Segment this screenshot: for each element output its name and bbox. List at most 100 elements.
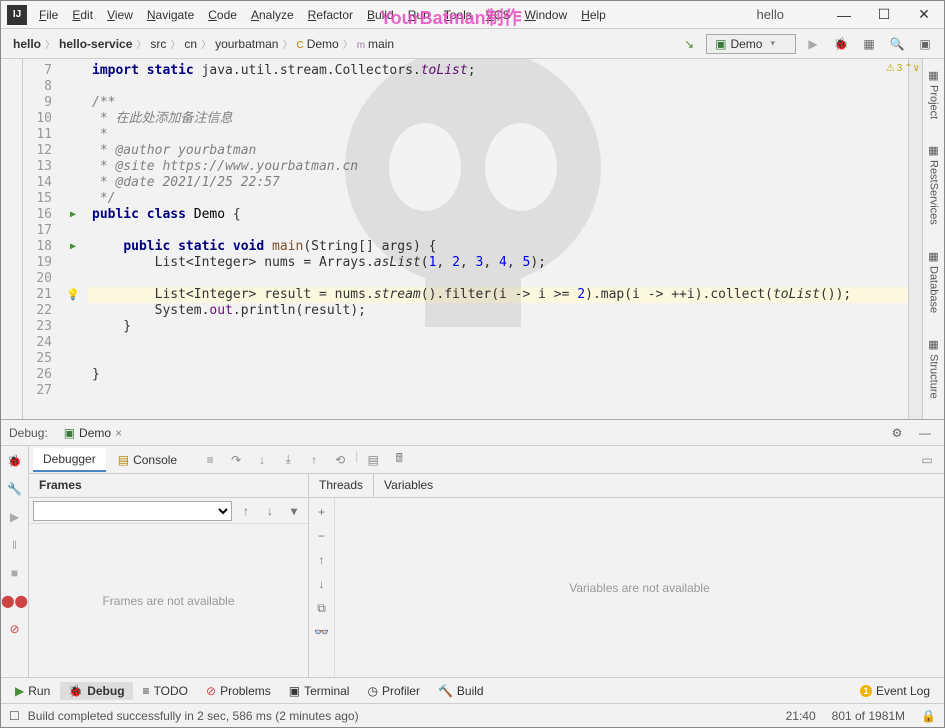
step-out-icon[interactable]: ↑ (303, 449, 325, 471)
code-line-26[interactable]: } (88, 367, 908, 383)
inspection-indicator[interactable]: ⚠3 ⌃∨ (886, 63, 920, 74)
variables-tab[interactable]: Variables (374, 474, 944, 497)
show-watches-icon[interactable]: 👓 (312, 622, 332, 642)
side-tab-database[interactable]: ▦Database (927, 250, 940, 313)
run-gutter-icon[interactable]: ▶ (70, 207, 76, 223)
modify-run-icon[interactable]: 🔧 (4, 478, 26, 500)
prev-frame-icon[interactable]: ↑ (236, 501, 256, 521)
drop-frame-icon[interactable]: ⟲ (329, 449, 351, 471)
menu-tools[interactable]: Tools (438, 4, 478, 26)
menu-build[interactable]: Build (361, 4, 400, 26)
breadcrumb-demo[interactable]: CDemo (292, 35, 342, 53)
debug-icon[interactable]: 🐞 (830, 33, 852, 55)
code-line-19[interactable]: List<Integer> nums = Arrays.asList(1, 2,… (88, 255, 908, 271)
code-line-25[interactable] (88, 351, 908, 367)
move-down-icon[interactable]: ↓ (312, 574, 332, 594)
run-to-cursor-icon[interactable]: ▤ (362, 449, 384, 471)
search-icon[interactable]: 🔍 (886, 33, 908, 55)
frames-tab[interactable]: Frames (29, 474, 309, 497)
step-over-icon[interactable]: ↷ (225, 449, 247, 471)
todo-tool-tab[interactable]: ≡TODO (135, 682, 196, 700)
filter-frames-icon[interactable]: ▾ (284, 501, 304, 521)
new-watch-icon[interactable]: + (312, 502, 332, 522)
menu-vcs[interactable]: VCS (480, 4, 517, 26)
code-line-14[interactable]: * @date 2021/1/25 22:57 (88, 175, 908, 191)
debugger-tab[interactable]: Debugger (33, 448, 106, 472)
menu-edit[interactable]: Edit (66, 4, 99, 26)
threads-tab[interactable]: Threads (309, 474, 374, 497)
code-area[interactable]: import static java.util.stream.Collector… (88, 59, 908, 419)
code-line-9[interactable]: /** (88, 95, 908, 111)
project-structure-icon[interactable]: ▣ (914, 33, 936, 55)
hide-icon[interactable]: — (914, 422, 936, 444)
menu-analyze[interactable]: Analyze (245, 4, 300, 26)
breadcrumb-hello-service[interactable]: hello-service (55, 35, 136, 53)
window-close[interactable]: ✕ (904, 1, 944, 29)
window-minimize[interactable]: — (824, 1, 864, 29)
coverage-icon[interactable]: ▦ (858, 33, 880, 55)
breadcrumb-hello[interactable]: hello (9, 35, 45, 53)
code-line-17[interactable] (88, 223, 908, 239)
thread-selector[interactable] (33, 501, 232, 521)
editor[interactable]: 789101112131415161718192021222324252627 … (23, 59, 922, 419)
code-line-11[interactable]: * (88, 127, 908, 143)
code-line-12[interactable]: * @author yourbatman (88, 143, 908, 159)
terminal-tool-tab[interactable]: ▣Terminal (281, 682, 358, 700)
menu-view[interactable]: View (101, 4, 139, 26)
breadcrumb-yourbatman[interactable]: yourbatman (211, 35, 282, 53)
code-line-10[interactable]: * 在此处添加备注信息 (88, 111, 908, 127)
caret-position[interactable]: 21:40 (786, 709, 816, 723)
lock-icon[interactable]: 🔒 (921, 709, 936, 723)
code-line-16[interactable]: public class Demo { (88, 207, 908, 223)
problems-tool-tab[interactable]: ⊘Problems (198, 682, 279, 700)
view-breakpoints-icon[interactable]: ⬤⬤ (4, 590, 26, 612)
move-up-icon[interactable]: ↑ (312, 550, 332, 570)
stop-icon[interactable]: ■ (4, 562, 26, 584)
run-icon[interactable]: ▶ (802, 33, 824, 55)
close-icon[interactable]: × (115, 426, 122, 440)
editor-scrollbar[interactable]: ⚠3 ⌃∨ (908, 59, 922, 419)
menu-run[interactable]: Run (402, 4, 436, 26)
evaluate-icon[interactable]: 🖩 (388, 449, 410, 471)
copy-watch-icon[interactable]: ⧉ (312, 598, 332, 618)
side-tab-project[interactable]: ▦Project (927, 69, 940, 119)
settings-icon[interactable]: ⚙ (886, 422, 908, 444)
breadcrumb-src[interactable]: src (146, 35, 170, 53)
code-line-18[interactable]: public static void main(String[] args) { (88, 239, 908, 255)
code-line-23[interactable]: } (88, 319, 908, 335)
code-line-24[interactable] (88, 335, 908, 351)
menu-navigate[interactable]: Navigate (141, 4, 200, 26)
window-maximize[interactable]: ☐ (864, 1, 904, 29)
code-line-21[interactable]: List<Integer> result = nums.stream().fil… (88, 287, 908, 303)
code-line-8[interactable] (88, 79, 908, 95)
debug-tool-tab[interactable]: 🐞Debug (60, 682, 132, 700)
menu-help[interactable]: Help (575, 4, 612, 26)
run-config-selector[interactable]: ▣ Demo ▾ (706, 34, 796, 54)
menu-window[interactable]: Window (518, 4, 573, 26)
resume-icon[interactable]: ▶ (4, 506, 26, 528)
event-log-tab[interactable]: 1 Event Log (852, 682, 938, 700)
menu-file[interactable]: File (33, 4, 64, 26)
force-step-into-icon[interactable]: ⤓ (277, 449, 299, 471)
breadcrumb-main[interactable]: mmain (353, 35, 398, 53)
layout-icon[interactable]: ▭ (916, 449, 938, 471)
code-line-7[interactable]: import static java.util.stream.Collector… (88, 63, 908, 79)
pause-icon[interactable]: ‖ (4, 534, 26, 556)
step-into-icon[interactable]: ↓ (251, 449, 273, 471)
menu-refactor[interactable]: Refactor (302, 4, 359, 26)
code-line-27[interactable] (88, 383, 908, 399)
side-tab-restservices[interactable]: ▦RestServices (927, 144, 940, 225)
rerun-icon[interactable]: 🐞 (4, 450, 26, 472)
build-tool-tab[interactable]: 🔨Build (430, 682, 492, 700)
memory-indicator[interactable]: 801 of 1981M (832, 709, 905, 723)
run-tool-tab[interactable]: ▶Run (7, 682, 58, 700)
profiler-tool-tab[interactable]: ◷Profiler (359, 682, 428, 700)
intention-bulb-icon[interactable]: 💡 (66, 287, 80, 303)
code-line-20[interactable] (88, 271, 908, 287)
run-gutter-icon[interactable]: ▶ (70, 239, 76, 255)
console-tab[interactable]: ▤Console (108, 449, 187, 471)
debug-session-tab[interactable]: ▣ Demo × (56, 424, 130, 442)
code-line-13[interactable]: * @site https://www.yourbatman.cn (88, 159, 908, 175)
breadcrumb-cn[interactable]: cn (180, 35, 201, 53)
menu-code[interactable]: Code (202, 4, 243, 26)
